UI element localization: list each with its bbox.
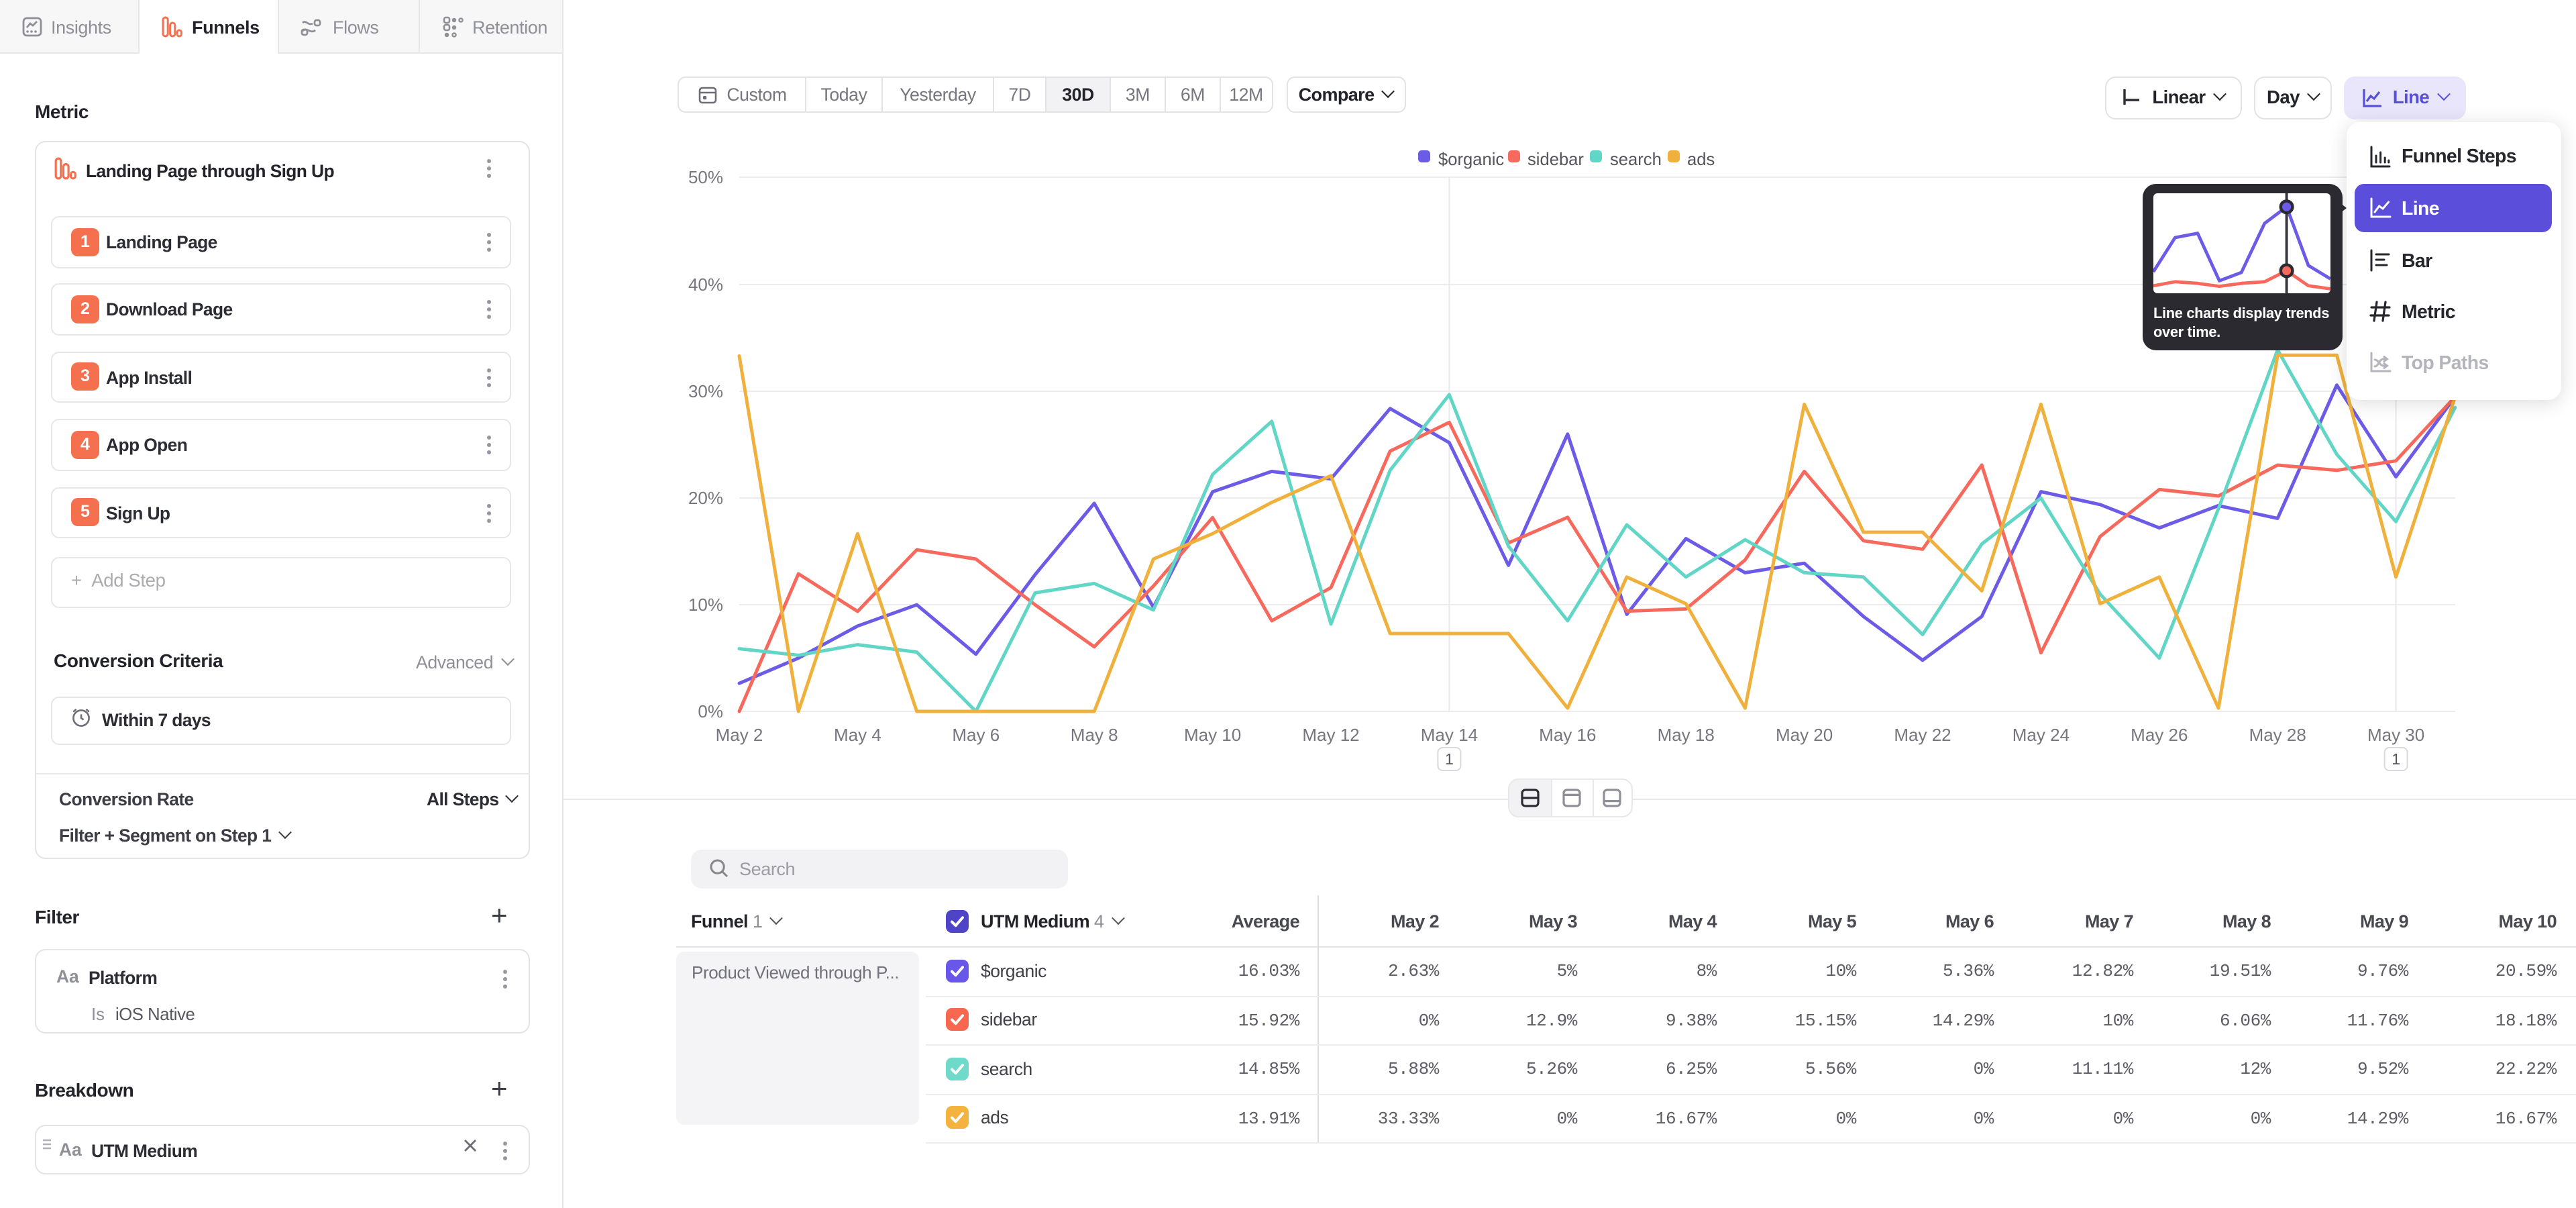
svg-text:0%: 0% (698, 701, 723, 721)
svg-text:May 8: May 8 (1071, 725, 1118, 745)
svg-text:May 26: May 26 (2131, 725, 2188, 745)
svg-text:10%: 10% (688, 595, 723, 615)
svg-text:May 18: May 18 (1658, 725, 1715, 745)
svg-text:May 22: May 22 (1894, 725, 1951, 745)
svg-text:May 20: May 20 (1776, 725, 1833, 745)
svg-text:50%: 50% (688, 167, 723, 187)
svg-text:May 28: May 28 (2249, 725, 2306, 745)
svg-text:May 12: May 12 (1302, 725, 1359, 745)
svg-text:May 30: May 30 (2367, 725, 2424, 745)
svg-text:May 24: May 24 (2012, 725, 2070, 745)
svg-text:May 14: May 14 (1421, 725, 1478, 745)
svg-text:30%: 30% (688, 381, 723, 401)
svg-text:May 10: May 10 (1184, 725, 1241, 745)
svg-text:May 6: May 6 (952, 725, 1000, 745)
svg-text:1: 1 (1445, 750, 1454, 768)
svg-text:20%: 20% (688, 488, 723, 508)
svg-text:May 4: May 4 (834, 725, 881, 745)
svg-text:1: 1 (2392, 750, 2400, 768)
svg-text:40%: 40% (688, 274, 723, 295)
svg-text:May 16: May 16 (1539, 725, 1596, 745)
svg-text:May 2: May 2 (716, 725, 763, 745)
